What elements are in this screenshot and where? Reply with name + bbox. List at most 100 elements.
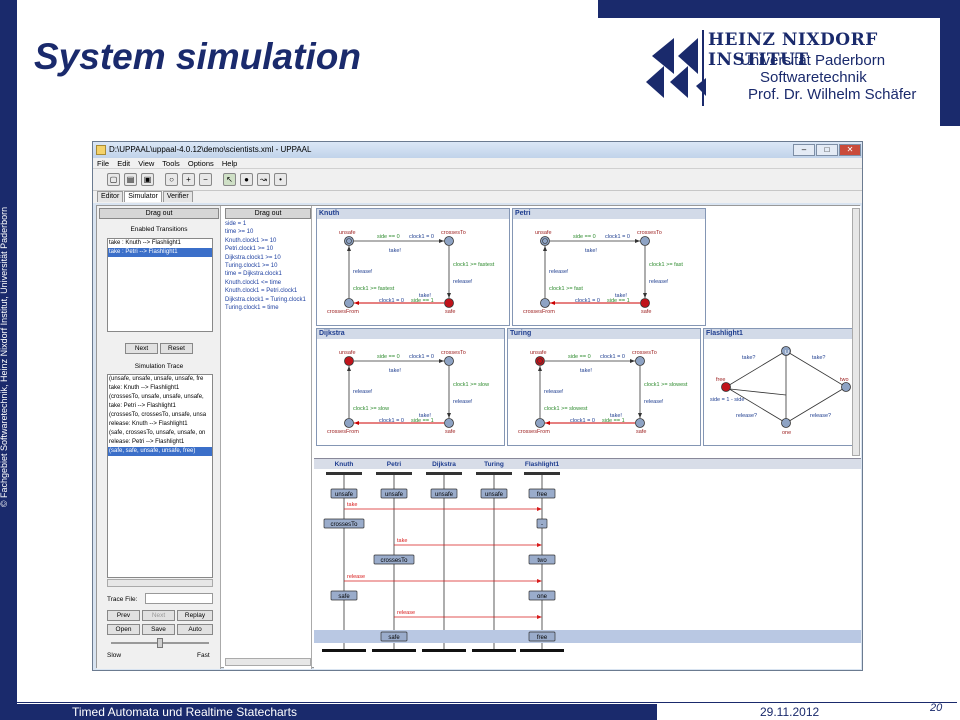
msc-state-label: unsafe (435, 492, 454, 498)
variable-entry: Dijkstra.clock1 >= 10 (225, 254, 281, 261)
variable-entry: Knuth.clock1 <= time (225, 279, 282, 286)
minimize-button[interactable]: – (793, 144, 815, 156)
new-file-icon[interactable]: ▢ (107, 173, 120, 186)
variables-list: side = 1 time >= 10 Knuth.clock1 >= 10 P… (225, 220, 311, 312)
trace-item[interactable]: release: Petri --> Flashlight1 (108, 438, 212, 447)
svg-text:clock1 >= slow: clock1 >= slow (453, 382, 489, 388)
speed-slider[interactable] (111, 638, 209, 648)
tab-simulator[interactable]: Simulator (124, 191, 162, 202)
close-button[interactable]: ✕ (839, 144, 861, 156)
save-button[interactable]: Save (142, 624, 175, 635)
tab-verifier[interactable]: Verifier (162, 191, 193, 202)
process-title: Petri (513, 209, 705, 219)
open-button[interactable]: Open (107, 624, 140, 635)
svg-text:unsafe: unsafe (530, 350, 547, 356)
svg-text:clock1 = 0: clock1 = 0 (379, 298, 404, 304)
trace-item[interactable]: take: Petri --> Flashlight1 (108, 402, 212, 411)
menu-view[interactable]: View (138, 159, 154, 168)
drag-out-button-variables[interactable]: Drag out (225, 208, 311, 219)
trace-item[interactable]: (crossesTo, unsafe, unsafe, unsafe, (108, 393, 212, 402)
enabled-transitions-list[interactable]: take : Knuth --> Flashlight1 take : Petr… (107, 238, 213, 332)
msc-state-label: crossesTo (330, 522, 358, 528)
msc-column-header: Knuth (335, 461, 354, 468)
replay-button[interactable]: Replay (177, 610, 213, 621)
svg-text:clock1 >= fastest: clock1 >= fastest (453, 262, 495, 268)
trace-item[interactable]: (crossesTo, crossesTo, unsafe, unsa (108, 411, 212, 420)
svg-text:crossesTo: crossesTo (637, 230, 662, 236)
svg-text:take!: take! (585, 248, 597, 254)
simulation-trace-list[interactable]: (unsafe, unsafe, unsafe, unsafe, fre tak… (107, 374, 213, 578)
process-flashlight1[interactable]: Flashlight1 Ufree two one take? take? release?… (703, 328, 859, 446)
automaton-graph: unsafe crossesTo crossesFrom safe side == 0 c… (518, 350, 688, 435)
svg-text:crossesFrom: crossesFrom (523, 309, 555, 315)
open-file-icon[interactable]: ▤ (124, 173, 137, 186)
list-item[interactable]: take : Knuth --> Flashlight1 (108, 239, 212, 248)
msc-state-label: - (541, 522, 543, 528)
speed-slider-thumb[interactable] (157, 638, 163, 648)
fast-label: Fast (197, 652, 210, 659)
nail-tool-icon[interactable]: • (274, 173, 287, 186)
auto-button[interactable]: Auto (177, 624, 213, 635)
svg-text:safe: safe (636, 429, 646, 435)
msc-message-label: release (397, 610, 415, 616)
process-title: Flashlight1 (704, 329, 858, 339)
svg-text:one: one (782, 430, 791, 436)
trace-item[interactable]: take: Knuth --> Flashlight1 (108, 384, 212, 393)
msc-message-label: take (397, 538, 407, 544)
svg-text:clock1 = 0: clock1 = 0 (379, 418, 404, 424)
svg-text:take!: take! (389, 248, 401, 254)
svg-text:safe: safe (641, 309, 651, 315)
variable-entry: Turing.clock1 >= 10 (225, 263, 278, 270)
variable-entry: Dijkstra.clock1 = Turing.clock1 (225, 296, 306, 303)
select-tool-icon[interactable]: ↖ (223, 173, 236, 186)
msc-state-label: unsafe (385, 492, 404, 498)
tab-editor[interactable]: Editor (97, 191, 124, 202)
next-button[interactable]: Next (125, 343, 158, 354)
zoom-in-icon[interactable]: + (182, 173, 195, 186)
variables-scrollbar[interactable] (225, 658, 311, 666)
trace-item-selected[interactable]: (safe, safe, unsafe, unsafe, free) (108, 447, 212, 456)
simulator-control-panel: Drag out Enabled Transitions take : Knut… (97, 206, 221, 669)
svg-text:side == 0: side == 0 (377, 354, 400, 360)
automaton-graph: unsafe crossesTo crossesFrom safe side == 0 c… (327, 230, 495, 315)
process-petri[interactable]: Petri unsafe crossesTo crossesFrom safe side … (512, 208, 706, 326)
menu-file[interactable]: File (97, 159, 109, 168)
svg-text:crossesFrom: crossesFrom (518, 429, 550, 435)
trace-file-input[interactable] (145, 593, 213, 604)
msc-state-label: two (537, 558, 547, 564)
svg-text:crossesTo: crossesTo (441, 350, 466, 356)
drag-out-button[interactable]: Drag out (99, 208, 219, 219)
prev-button[interactable]: Prev (107, 610, 140, 621)
zoom-icon[interactable]: ○ (165, 173, 178, 186)
reset-button[interactable]: Reset (160, 343, 193, 354)
svg-text:clock1 >= slowest: clock1 >= slowest (644, 382, 688, 388)
menu-tools[interactable]: Tools (162, 159, 180, 168)
menu-help[interactable]: Help (222, 159, 237, 168)
msc-column-header: Flashlight1 (525, 461, 560, 468)
trace-item[interactable]: (unsafe, unsafe, unsafe, unsafe, fre (108, 375, 212, 384)
menu-edit[interactable]: Edit (117, 159, 130, 168)
list-item-selected[interactable]: take : Petri --> Flashlight1 (108, 248, 212, 257)
side-bar: © Fachgebiet Softwaretechnik, Heinz Nixd… (0, 0, 17, 720)
location-tool-icon[interactable]: ● (240, 173, 253, 186)
svg-text:release!: release! (649, 279, 669, 285)
process-scrollbar[interactable] (852, 208, 860, 456)
process-turing[interactable]: Turing unsafe crossesTo crossesFrom safe side… (507, 328, 701, 446)
trace-scrollbar[interactable] (107, 579, 213, 587)
trace-item[interactable]: release: Knuth --> Flashlight1 (108, 420, 212, 429)
process-knuth[interactable]: Knuth unsafe crossesTo crossesFrom safe side … (316, 208, 510, 326)
slow-label: Slow (107, 652, 122, 659)
svg-text:side == 1: side == 1 (607, 298, 630, 304)
trace-item[interactable]: (safe, crossesTo, unsafe, unsafe, on (108, 429, 212, 438)
svg-text:side == 1: side == 1 (411, 298, 434, 304)
edge-tool-icon[interactable]: ↝ (257, 173, 270, 186)
footer-date: 29.11.2012 (760, 705, 820, 719)
next-trace-button[interactable]: Next (142, 610, 175, 621)
process-dijkstra[interactable]: Dijkstra unsafe crossesTo crossesFrom safe si… (316, 328, 505, 446)
maximize-button[interactable]: □ (816, 144, 838, 156)
logo-department: Softwaretechnik (760, 69, 867, 86)
zoom-out-icon[interactable]: − (199, 173, 212, 186)
msc-state-label: crossesTo (380, 558, 408, 564)
save-file-icon[interactable]: ▣ (141, 173, 154, 186)
menu-options[interactable]: Options (188, 159, 214, 168)
